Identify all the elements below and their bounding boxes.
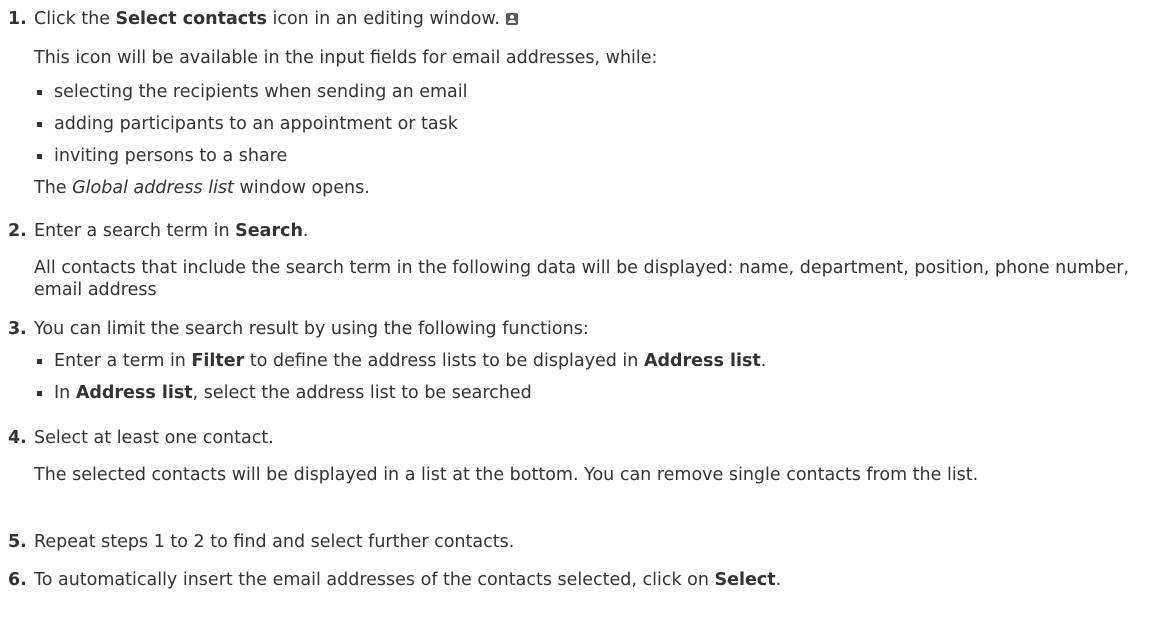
bullet-list: Enter a term in Filter to define the add… (34, 350, 1145, 414)
bullet-list: selecting the recipients when sending an… (34, 81, 1145, 177)
list-item: Enter a term in Filter to define the add… (34, 350, 1145, 382)
step-number: 6. (8, 570, 27, 590)
step-text: Repeat steps 1 to 2 to find and select f… (34, 532, 515, 552)
bullet-marker (37, 122, 42, 127)
ui-term-filter: Filter (191, 351, 245, 371)
bullet-marker (37, 391, 42, 396)
step-text: Select at least one contact. (34, 428, 274, 448)
step-note: The selected contacts will be displayed … (34, 465, 979, 485)
step-text: You can limit the search result by using… (34, 319, 589, 339)
ui-term-search: Search (235, 221, 303, 241)
step-number: 1. (8, 9, 27, 29)
instructions-document: 1. Click the Select contacts icon in an … (0, 0, 1153, 627)
step-note: All contacts that include the search ter… (34, 258, 1130, 300)
list-item: inviting persons to a share (34, 145, 1145, 177)
step-result: The Global address list window opens. (34, 178, 370, 198)
bullet-marker (37, 359, 42, 364)
list-item: selecting the recipients when sending an… (34, 81, 1145, 113)
list-item: In Address list, select the address list… (34, 382, 1145, 414)
ui-term-address-list: Address list (75, 383, 193, 403)
step-text: To automatically insert the email addres… (34, 570, 782, 590)
step-number: 3. (8, 319, 27, 339)
bullet-marker (37, 90, 42, 95)
ui-term-address-list: Address list (643, 351, 761, 371)
contacts-card-icon (505, 13, 518, 25)
step-text: Enter a search term in Search. (34, 221, 309, 241)
step-number: 4. (8, 428, 27, 448)
step-note: This icon will be available in the input… (34, 48, 658, 68)
list-item: adding participants to an appointment or… (34, 113, 1145, 145)
ui-term-select-contacts: Select contacts (115, 9, 267, 29)
bullet-marker (37, 154, 42, 159)
ui-term-select: Select (714, 570, 776, 590)
step-number: 2. (8, 221, 27, 241)
window-name: Global address list (72, 178, 234, 198)
step-number: 5. (8, 532, 27, 552)
step-text: Click the Select contacts icon in an edi… (34, 8, 1137, 30)
